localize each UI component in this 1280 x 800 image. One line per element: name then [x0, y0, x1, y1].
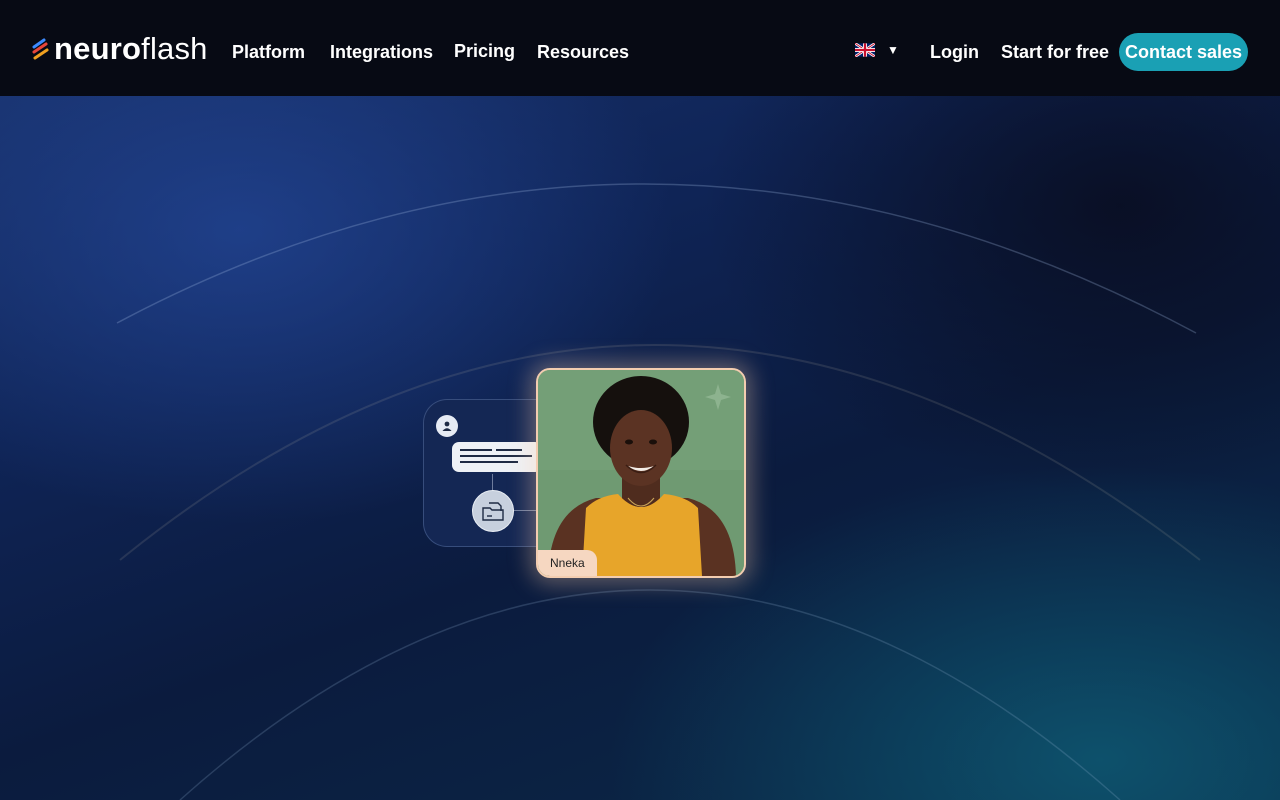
- persona-portrait-card: Nneka: [536, 368, 746, 578]
- persona-photo: [538, 370, 744, 576]
- chevron-down-icon: ▼: [887, 43, 899, 57]
- chat-bubble-icon: [452, 442, 542, 472]
- nav-link-pricing[interactable]: Pricing: [454, 39, 515, 63]
- nav-link-integrations[interactable]: Integrations: [330, 40, 433, 64]
- logo-wordmark: neuroflash: [54, 31, 208, 66]
- folder-icon: [472, 490, 514, 532]
- nav-link-platform[interactable]: Platform: [232, 40, 305, 64]
- persona-name-tag: Nneka: [538, 550, 597, 576]
- login-link[interactable]: Login: [930, 40, 979, 64]
- user-icon: [436, 415, 458, 437]
- start-free-link[interactable]: Start for free: [1001, 40, 1109, 64]
- neuroflash-logo[interactable]: neuroflash: [32, 32, 208, 66]
- nav-link-resources[interactable]: Resources: [537, 40, 629, 64]
- uk-flag-icon: [855, 43, 875, 57]
- hero-section: Nneka: [0, 0, 1280, 800]
- language-selector[interactable]: ▼: [855, 43, 899, 57]
- contact-sales-button[interactable]: Contact sales: [1119, 33, 1248, 71]
- logo-mark-icon: [32, 38, 49, 60]
- top-navigation: neuroflash Platform Integrations Pricing…: [0, 0, 1280, 96]
